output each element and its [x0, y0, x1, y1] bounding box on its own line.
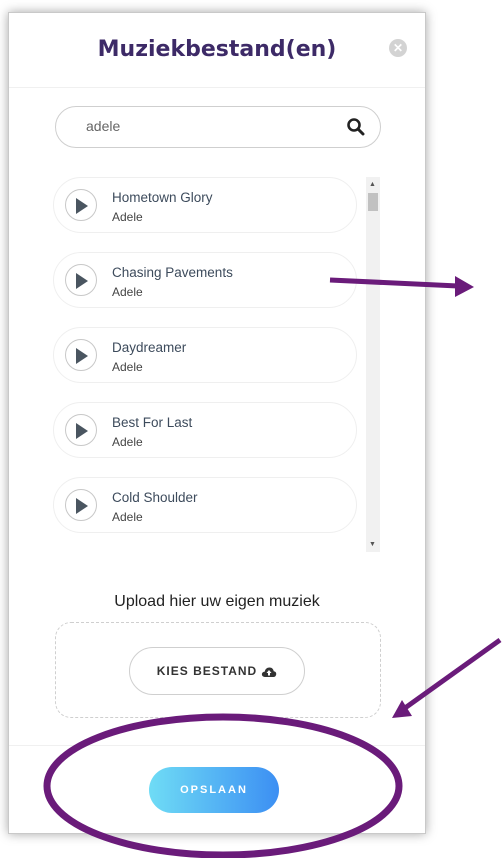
annotation-layer — [43, 276, 502, 858]
annotation-arrow-list — [329, 276, 474, 297]
annotation-ellipse-save — [43, 713, 403, 858]
annotation-arrow-save — [392, 637, 502, 718]
